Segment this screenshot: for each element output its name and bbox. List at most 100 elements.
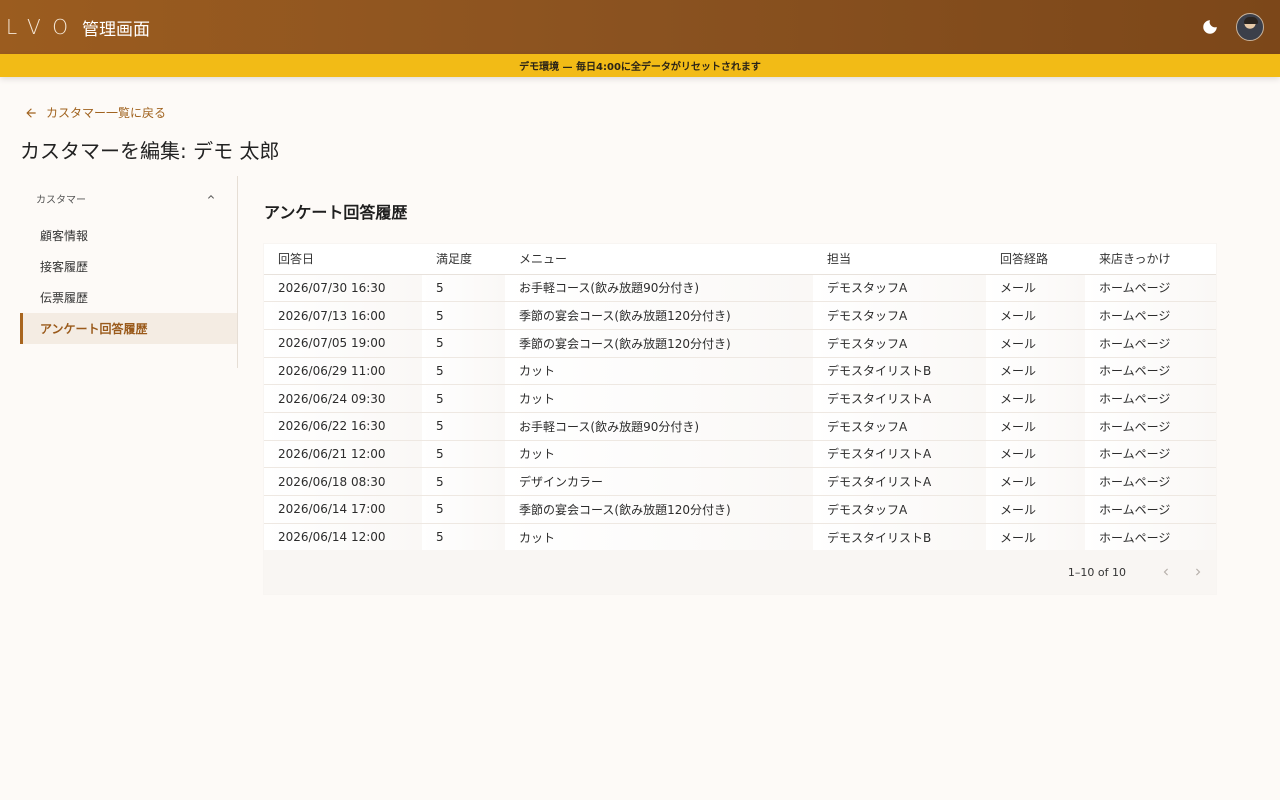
cell-channel: メール: [986, 329, 1085, 358]
customer-sidebar: カスタマー 顧客情報 接客履歴 伝票履歴 アンケート回答履歴: [20, 176, 238, 368]
moon-icon[interactable]: [1200, 17, 1220, 37]
sidebar-group-customer[interactable]: カスタマー: [20, 176, 237, 220]
cell-trigger: ホームページ: [1085, 274, 1216, 303]
cell-satisfaction: 5: [422, 467, 505, 496]
sidebar-item-slip-history[interactable]: 伝票履歴: [20, 282, 237, 313]
back-to-customer-list-link[interactable]: カスタマー一覧に戻る: [24, 104, 166, 121]
next-page-button[interactable]: [1182, 556, 1214, 588]
demo-banner: デモ環境 — 毎日4:00に全データがリセットされます: [0, 54, 1280, 77]
cell-date: 2026/07/05 19:00: [264, 329, 422, 358]
table-row[interactable]: 2026/06/24 09:30 5 カット デモスタイリストA メール ホーム…: [264, 384, 1216, 413]
chevron-left-icon: [1163, 568, 1168, 576]
cell-menu: 季節の宴会コース(飲み放題120分付き): [505, 301, 813, 330]
cell-trigger: ホームページ: [1085, 495, 1216, 524]
cell-date: 2026/06/29 11:00: [264, 357, 422, 386]
cell-channel: メール: [986, 495, 1085, 524]
survey-table: 回答日 満足度 メニュー 担当 回答経路 来店きっかけ 2026/07/30 1…: [264, 244, 1216, 552]
cell-channel: メール: [986, 412, 1085, 441]
cell-staff: デモスタイリストB: [813, 523, 986, 552]
sidebar-item-customer-info[interactable]: 顧客情報: [20, 220, 237, 251]
cell-trigger: ホームページ: [1085, 329, 1216, 358]
cell-date: 2026/06/18 08:30: [264, 467, 422, 496]
cell-satisfaction: 5: [422, 523, 505, 552]
logo[interactable]: LVO: [6, 15, 80, 39]
cell-satisfaction: 5: [422, 440, 505, 469]
cell-satisfaction: 5: [422, 495, 505, 524]
cell-trigger: ホームページ: [1085, 384, 1216, 413]
cell-staff: デモスタッフA: [813, 412, 986, 441]
cell-menu: 季節の宴会コース(飲み放題120分付き): [505, 495, 813, 524]
cell-date: 2026/06/21 12:00: [264, 440, 422, 469]
cell-date: 2026/07/13 16:00: [264, 301, 422, 330]
cell-trigger: ホームページ: [1085, 301, 1216, 330]
column-header-channel[interactable]: 回答経路: [986, 244, 1085, 275]
cell-satisfaction: 5: [422, 274, 505, 303]
cell-date: 2026/06/14 12:00: [264, 523, 422, 552]
cell-menu: お手軽コース(飲み放題90分付き): [505, 274, 813, 303]
table-row[interactable]: 2026/06/14 12:00 5 カット デモスタイリストB メール ホーム…: [264, 523, 1216, 552]
cell-satisfaction: 5: [422, 384, 505, 413]
column-header-menu[interactable]: メニュー: [505, 244, 813, 275]
arrow-left-icon: [24, 106, 38, 120]
table-header-row: 回答日 満足度 メニュー 担当 回答経路 来店きっかけ: [264, 244, 1216, 275]
table-row[interactable]: 2026/07/05 19:00 5 季節の宴会コース(飲み放題120分付き) …: [264, 329, 1216, 358]
cell-channel: メール: [986, 440, 1085, 469]
appbar-actions: [1200, 13, 1264, 41]
sidebar-group-label: カスタマー: [36, 194, 86, 206]
cell-trigger: ホームページ: [1085, 523, 1216, 552]
cell-trigger: ホームページ: [1085, 357, 1216, 386]
column-header-satisfaction[interactable]: 満足度: [422, 244, 505, 275]
cell-channel: メール: [986, 523, 1085, 552]
cell-date: 2026/07/30 16:30: [264, 274, 422, 303]
cell-channel: メール: [986, 274, 1085, 303]
chevron-right-icon: [1196, 568, 1201, 576]
table-row[interactable]: 2026/06/14 17:00 5 季節の宴会コース(飲み放題120分付き) …: [264, 495, 1216, 524]
pagination-range: 1–10 of 10: [1067, 565, 1126, 579]
section-title: アンケート回答履歴: [264, 203, 408, 222]
cell-channel: メール: [986, 384, 1085, 413]
cell-staff: デモスタイリストA: [813, 384, 986, 413]
cell-menu: お手軽コース(飲み放題90分付き): [505, 412, 813, 441]
cell-trigger: ホームページ: [1085, 440, 1216, 469]
column-header-staff[interactable]: 担当: [813, 244, 986, 275]
cell-channel: メール: [986, 301, 1085, 330]
cell-staff: デモスタッフA: [813, 274, 986, 303]
cell-staff: デモスタイリストB: [813, 357, 986, 386]
cell-satisfaction: 5: [422, 329, 505, 358]
app-bar: LVO 管理画面: [0, 0, 1280, 54]
app-title: 管理画面: [82, 19, 151, 40]
column-header-date[interactable]: 回答日: [264, 244, 422, 275]
cell-menu: カット: [505, 357, 813, 386]
table-row[interactable]: 2026/06/18 08:30 5 デザインカラー デモスタイリストA メール…: [264, 467, 1216, 496]
chevron-up-icon: [205, 191, 217, 206]
cell-date: 2026/06/24 09:30: [264, 384, 422, 413]
page-title: カスタマーを編集: デモ 太郎: [20, 139, 280, 163]
cell-satisfaction: 5: [422, 357, 505, 386]
cell-date: 2026/06/14 17:00: [264, 495, 422, 524]
cell-menu: 季節の宴会コース(飲み放題120分付き): [505, 329, 813, 358]
avatar[interactable]: [1236, 13, 1264, 41]
table-row[interactable]: 2026/06/29 11:00 5 カット デモスタイリストB メール ホーム…: [264, 357, 1216, 386]
cell-menu: カット: [505, 384, 813, 413]
previous-page-button[interactable]: [1150, 556, 1182, 588]
cell-trigger: ホームページ: [1085, 412, 1216, 441]
table-row[interactable]: 2026/06/21 12:00 5 カット デモスタイリストA メール ホーム…: [264, 440, 1216, 469]
table-row[interactable]: 2026/07/13 16:00 5 季節の宴会コース(飲み放題120分付き) …: [264, 301, 1216, 330]
sidebar-item-survey-history[interactable]: アンケート回答履歴: [20, 313, 237, 344]
sidebar-item-service-history[interactable]: 接客履歴: [20, 251, 237, 282]
cell-date: 2026/06/22 16:30: [264, 412, 422, 441]
table-row[interactable]: 2026/06/22 16:30 5 お手軽コース(飲み放題90分付き) デモス…: [264, 412, 1216, 441]
cell-staff: デモスタイリストA: [813, 467, 986, 496]
table-row[interactable]: 2026/07/30 16:30 5 お手軽コース(飲み放題90分付き) デモス…: [264, 274, 1216, 303]
cell-satisfaction: 5: [422, 301, 505, 330]
cell-channel: メール: [986, 467, 1085, 496]
table-pagination: 1–10 of 10: [264, 550, 1216, 594]
cell-menu: カット: [505, 440, 813, 469]
cell-menu: デザインカラー: [505, 467, 813, 496]
cell-staff: デモスタイリストA: [813, 440, 986, 469]
column-header-trigger[interactable]: 来店きっかけ: [1085, 244, 1216, 275]
back-link-label: カスタマー一覧に戻る: [46, 106, 167, 120]
survey-table-card: 回答日 満足度 メニュー 担当 回答経路 来店きっかけ 2026/07/30 1…: [264, 244, 1216, 594]
cell-menu: カット: [505, 523, 813, 552]
cell-staff: デモスタッフA: [813, 495, 986, 524]
